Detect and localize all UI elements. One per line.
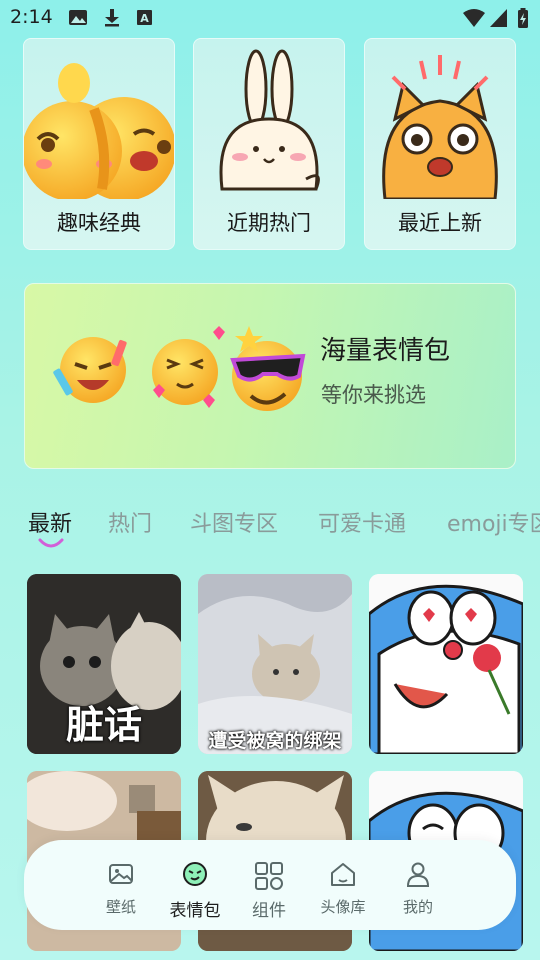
- signal-icon: [490, 9, 507, 27]
- sticker-item[interactable]: 脏话: [27, 574, 181, 754]
- status-bar: 2:14 A: [0, 0, 540, 36]
- category-label: 最近上新: [398, 211, 482, 235]
- emoji-group-icon: [53, 326, 306, 411]
- cat-surprised-art: [382, 55, 498, 199]
- nav-item-stickers[interactable]: 表情包: [160, 860, 230, 921]
- bunny-art: [219, 49, 320, 191]
- person-icon: [406, 862, 430, 887]
- banner-subtitle: 等你来挑选: [321, 383, 426, 407]
- category-card-classic[interactable]: 趣味经典: [23, 38, 175, 250]
- sticker-item[interactable]: 遭受被窝的绑架: [198, 574, 352, 754]
- sticker-item[interactable]: [369, 574, 523, 754]
- nav-label: 组件: [252, 901, 286, 921]
- nav-label: 表情包: [169, 901, 221, 921]
- active-tab-indicator: [38, 538, 64, 548]
- bottom-nav: 壁纸 表情包 组件 头像库 我的: [24, 840, 516, 930]
- tab-emoji[interactable]: emoji专区: [447, 506, 540, 538]
- category-card-new[interactable]: 最近上新: [364, 38, 516, 250]
- category-label: 趣味经典: [57, 211, 141, 235]
- home-icon: [331, 863, 355, 886]
- emoji-icon: [183, 862, 207, 886]
- status-time: 2:14: [10, 6, 53, 28]
- tab-cute-cartoon[interactable]: 可爱卡通: [318, 506, 406, 538]
- gallery-notification-icon: [69, 10, 87, 25]
- image-icon: [109, 864, 133, 884]
- svg-text:A: A: [140, 12, 149, 25]
- nav-item-widgets[interactable]: 组件: [234, 860, 304, 921]
- battery-icon: [518, 8, 528, 28]
- grid-icon: [255, 862, 283, 890]
- doraemon-image: [369, 574, 523, 754]
- category-label: 近期热门: [227, 211, 311, 235]
- tab-latest[interactable]: 最新: [28, 506, 72, 538]
- nav-label: 头像库: [320, 898, 366, 916]
- classic-emoji-art: [24, 63, 174, 199]
- banner-title: 海量表情包: [320, 336, 451, 366]
- nav-item-avatars[interactable]: 头像库: [308, 860, 378, 917]
- download-notification-icon: [105, 9, 119, 27]
- tab-meme-battle[interactable]: 斗图专区: [190, 506, 278, 538]
- sticker-caption: 脏话: [65, 703, 142, 747]
- category-tabs: 最新 热门 斗图专区 可爱卡通 emoji专区: [0, 500, 540, 560]
- nav-item-profile[interactable]: 我的: [383, 860, 453, 917]
- sticker-caption: 遭受被窝的绑架: [208, 730, 342, 752]
- app-notification-icon: A: [137, 10, 152, 25]
- nav-label: 我的: [402, 898, 433, 916]
- promo-banner[interactable]: 海量表情包 等你来挑选: [24, 283, 516, 469]
- category-card-hot[interactable]: 近期热门: [193, 38, 345, 250]
- tab-hot[interactable]: 热门: [108, 506, 152, 538]
- wifi-icon: [463, 9, 485, 27]
- nav-label: 壁纸: [105, 898, 136, 916]
- nav-item-wallpaper[interactable]: 壁纸: [86, 860, 156, 917]
